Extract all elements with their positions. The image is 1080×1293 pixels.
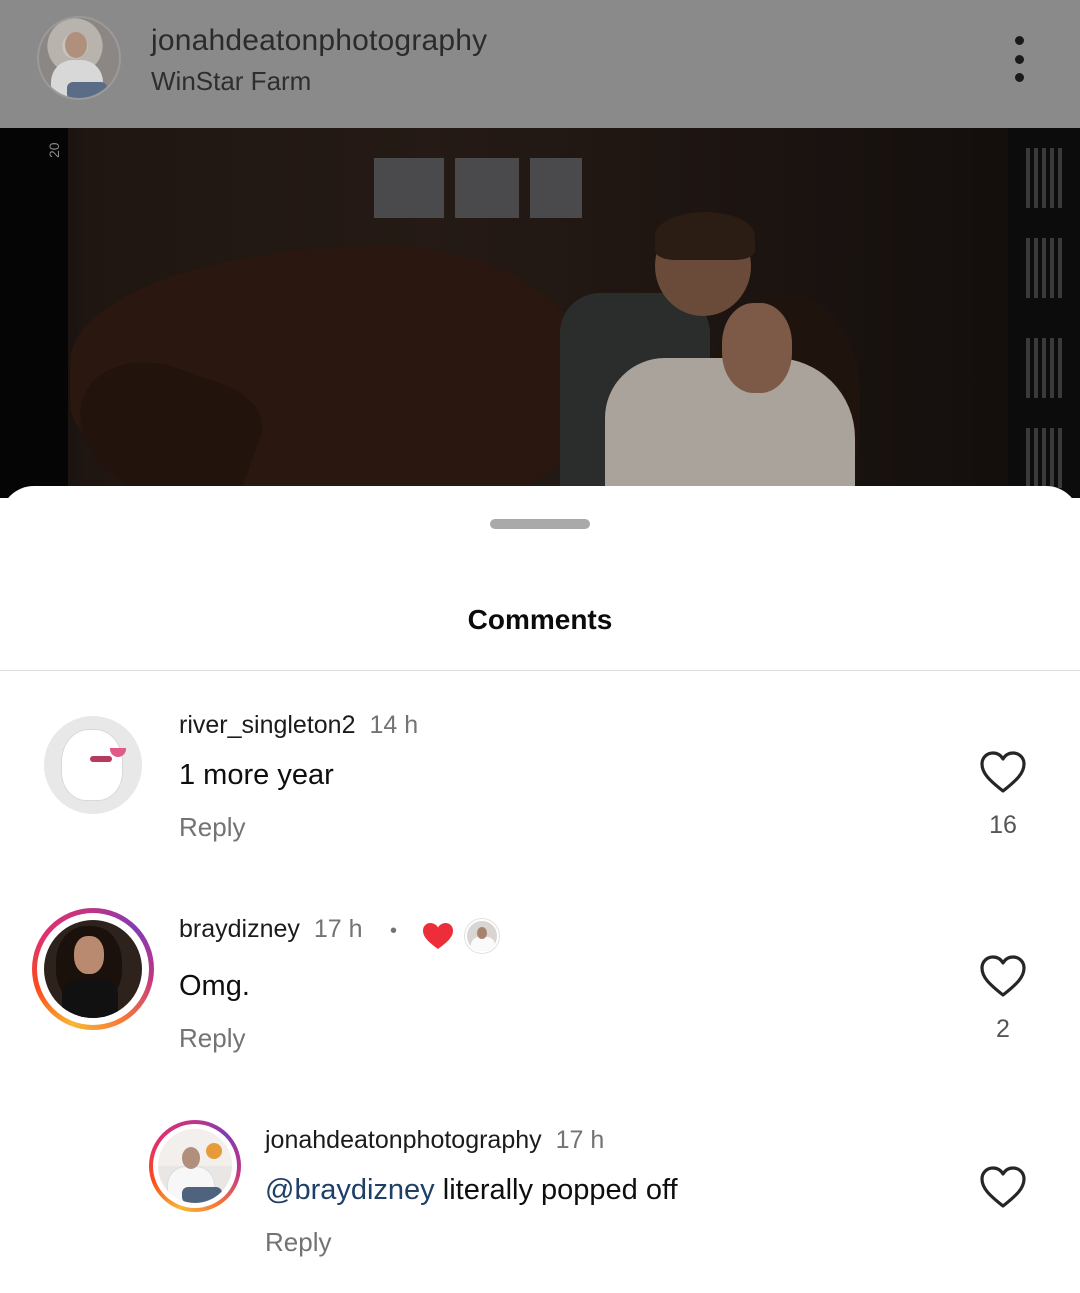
- comment-text: 1 more year: [179, 759, 334, 791]
- like-heart-icon[interactable]: [979, 1165, 1027, 1209]
- film-strip-right: [1008, 128, 1080, 498]
- comment-username[interactable]: jonahdeatonphotography: [265, 1126, 542, 1154]
- comment-timestamp: 17 h: [313, 915, 363, 943]
- commenter-avatar[interactable]: [158, 1129, 232, 1203]
- reply-button[interactable]: Reply: [265, 1227, 331, 1258]
- reply-button[interactable]: Reply: [179, 1023, 245, 1054]
- post-image: 20: [0, 128, 1080, 498]
- commenter-avatar[interactable]: [44, 716, 142, 814]
- like-count: 2: [996, 1015, 1010, 1043]
- comment-timestamp: 17 h: [555, 1126, 605, 1154]
- film-frame-number: 20: [46, 142, 62, 158]
- liked-by-author-avatar: [465, 919, 499, 953]
- comments-title: Comments: [467, 604, 613, 635]
- like-heart-icon[interactable]: [979, 750, 1027, 794]
- comment-username[interactable]: river_singleton2: [179, 711, 356, 739]
- separator-dot: •: [390, 920, 398, 942]
- mention-link[interactable]: @braydizney: [265, 1174, 435, 1206]
- comment-username[interactable]: braydizney: [179, 915, 300, 943]
- post-header: jonahdeatonphotography WinStar Farm: [0, 0, 1080, 128]
- comment-text: Omg.: [179, 970, 250, 1002]
- divider: [0, 670, 1080, 671]
- sheet-drag-handle[interactable]: [490, 519, 590, 529]
- post-location[interactable]: WinStar Farm: [151, 66, 311, 97]
- like-heart-icon[interactable]: [979, 954, 1027, 998]
- story-ring[interactable]: [149, 1120, 241, 1212]
- comments-sheet: Comments river_singleton2 14 h 1 more yea…: [0, 486, 1080, 1293]
- comment-timestamp: 14 h: [369, 711, 419, 739]
- liked-by-author-heart-icon: [423, 923, 453, 949]
- reply-button[interactable]: Reply: [179, 812, 245, 843]
- story-ring[interactable]: [32, 908, 154, 1030]
- post-author-username[interactable]: jonahdeatonphotography: [151, 24, 487, 58]
- commenter-avatar[interactable]: [44, 920, 142, 1018]
- comment-text: literally popped off: [434, 1174, 678, 1206]
- film-strip-left: 20: [0, 128, 68, 498]
- more-options-icon[interactable]: [1004, 36, 1034, 82]
- post-author-avatar[interactable]: [37, 16, 121, 100]
- like-count: 16: [989, 811, 1017, 839]
